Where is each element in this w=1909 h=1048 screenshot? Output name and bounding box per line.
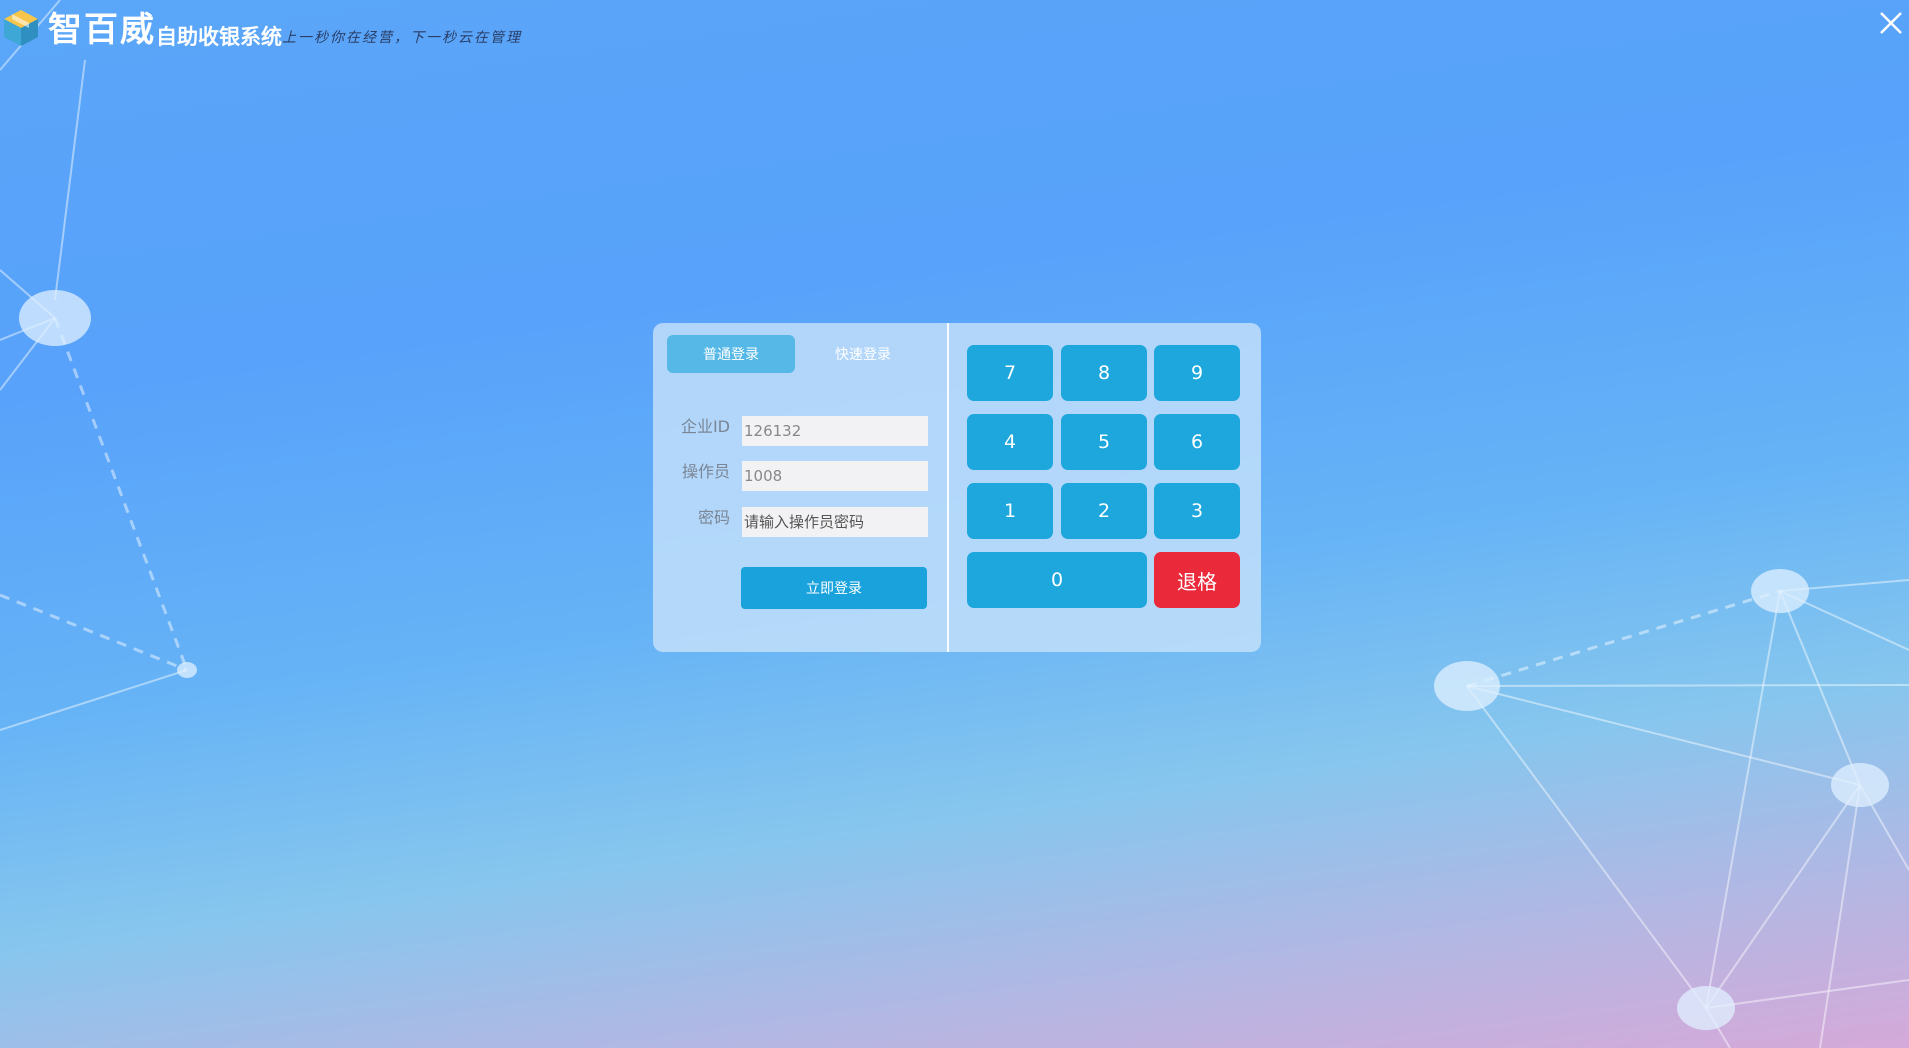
keypad-key-6[interactable]: 6 [1154,414,1240,470]
logo-cube-icon [4,10,38,46]
brand-slogan: 上一秒你在经营，下一秒云在管理 [282,30,522,46]
password-label: 密码 [697,508,730,527]
panel-divider [947,323,949,652]
company-id-label: 企业ID [680,417,730,436]
login-panel: 普通登录 快速登录 企业ID 操作员 密码 立即登录 7 8 9 4 5 6 1… [653,323,1261,652]
keypad-key-8[interactable]: 8 [1061,345,1147,401]
keypad-backspace-button[interactable]: 退格 [1154,552,1240,608]
keypad-key-9[interactable]: 9 [1154,345,1240,401]
brand-subtitle: 自助收银系统 [156,25,282,49]
login-button[interactable]: 立即登录 [741,567,927,609]
operator-input[interactable] [742,461,928,491]
keypad-key-1[interactable]: 1 [967,483,1053,539]
close-icon[interactable] [1876,8,1906,38]
login-screen: 智百威 自助收银系统 上一秒你在经营，下一秒云在管理 普通登录 快速登录 企业I… [0,0,1909,1048]
operator-label: 操作员 [681,462,730,481]
keypad-key-7[interactable]: 7 [967,345,1053,401]
password-input[interactable] [742,507,928,537]
keypad-key-3[interactable]: 3 [1154,483,1240,539]
company-id-input[interactable] [742,416,928,446]
keypad-key-0[interactable]: 0 [967,552,1147,608]
keypad-key-5[interactable]: 5 [1061,414,1147,470]
keypad-key-4[interactable]: 4 [967,414,1053,470]
tab-normal-login[interactable]: 普通登录 [667,335,795,373]
keypad-key-2[interactable]: 2 [1061,483,1147,539]
tab-quick-login[interactable]: 快速登录 [799,335,927,373]
brand-name: 智百威 [48,10,156,50]
